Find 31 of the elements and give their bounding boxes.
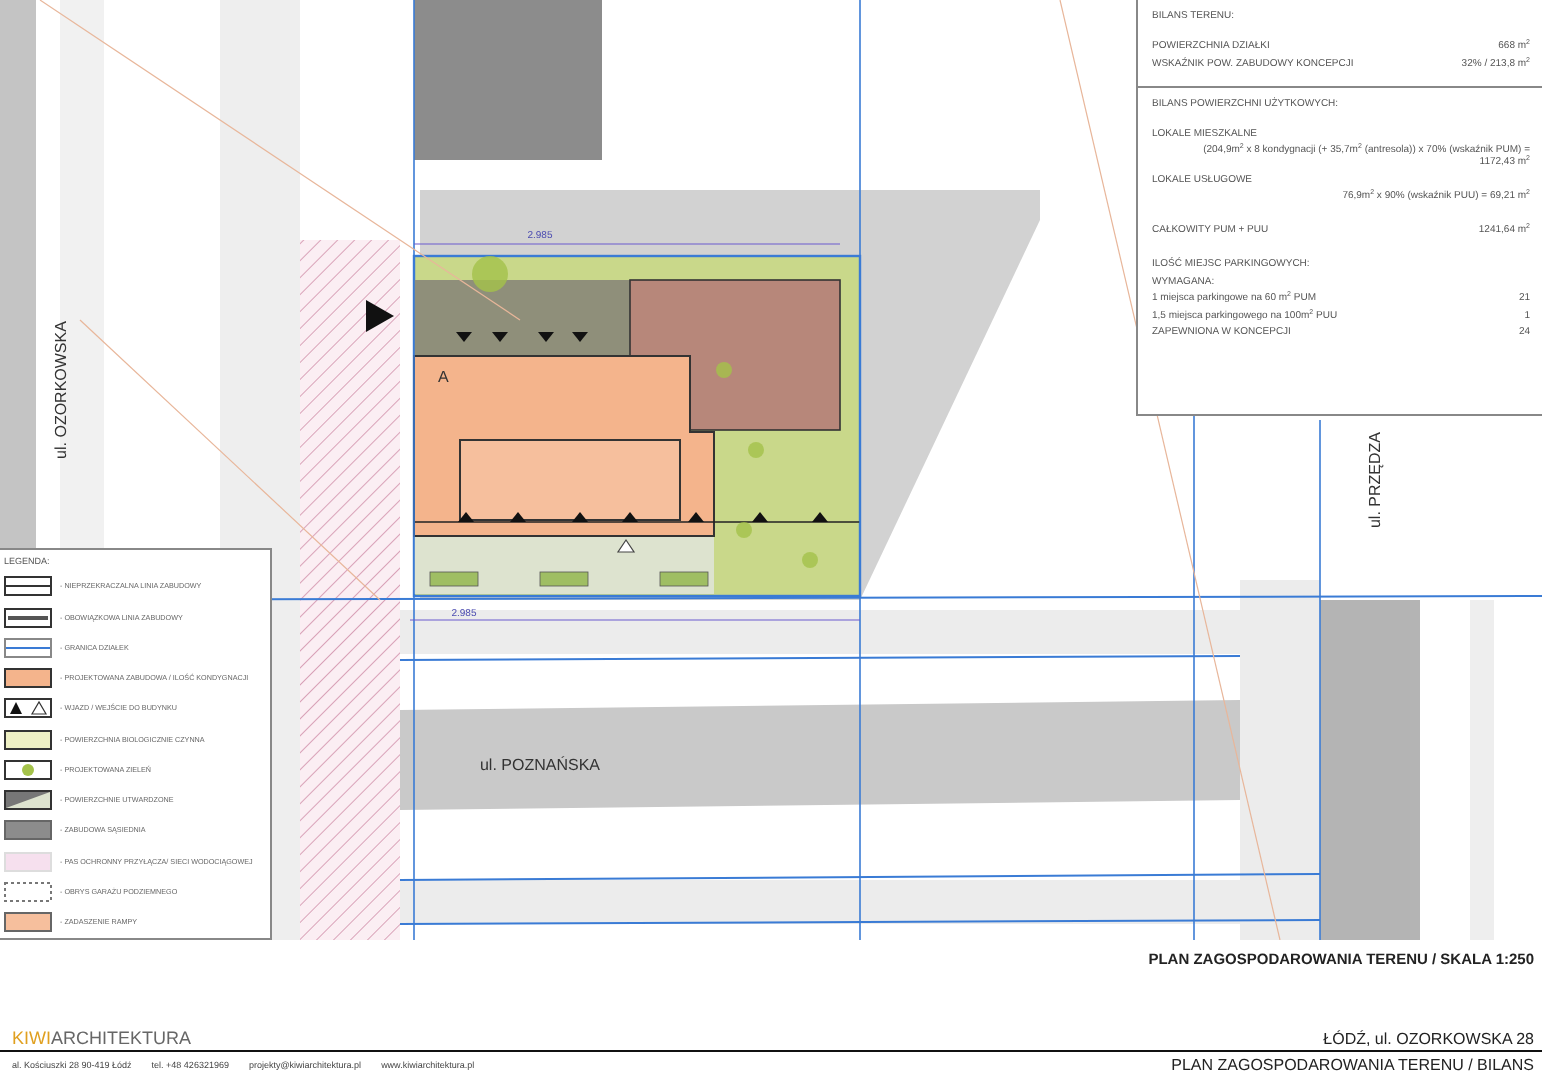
tree-icon [802, 552, 818, 568]
tree-icon [748, 442, 764, 458]
street-label: ul. POZNAŃSKA [480, 756, 600, 774]
street-label: ul. OZORKOWSKA [52, 321, 70, 459]
triangle-icon [458, 512, 474, 522]
planter [429, 571, 479, 587]
triangle-icon [688, 512, 704, 522]
tree-icon [736, 522, 752, 538]
triangle-icon [492, 332, 508, 342]
planter [659, 571, 709, 587]
planter [539, 571, 589, 587]
legend-symbol-icon [4, 851, 52, 871]
triangle-icon [538, 332, 554, 342]
legend-symbol-icon [4, 912, 52, 932]
street-label: ul. PRZĘDZA [1366, 432, 1384, 528]
legend-symbol-icon [4, 729, 52, 749]
triangle-icon [456, 332, 472, 342]
logo-text: KIWIARCHITEKTURA [12, 1028, 192, 1048]
sheet-title: PLAN ZAGOSPODAROWANIA TERENU / BILANS [1171, 1056, 1534, 1074]
building-label: A [438, 368, 449, 386]
tree-icon [472, 256, 508, 292]
triangle-icon [510, 512, 526, 522]
legend-symbol-icon [4, 790, 52, 810]
triangle-icon [572, 332, 588, 342]
project-address: ŁÓDŹ, ul. OZORKOWSKA 28 [1323, 1030, 1534, 1048]
triangle-icon [752, 512, 768, 522]
tree-icon [716, 362, 732, 378]
triangle-icon [572, 512, 588, 522]
triangle-icon [812, 512, 828, 522]
legend-symbol-icon [4, 668, 52, 688]
entrance-arrow-icon [366, 300, 394, 332]
